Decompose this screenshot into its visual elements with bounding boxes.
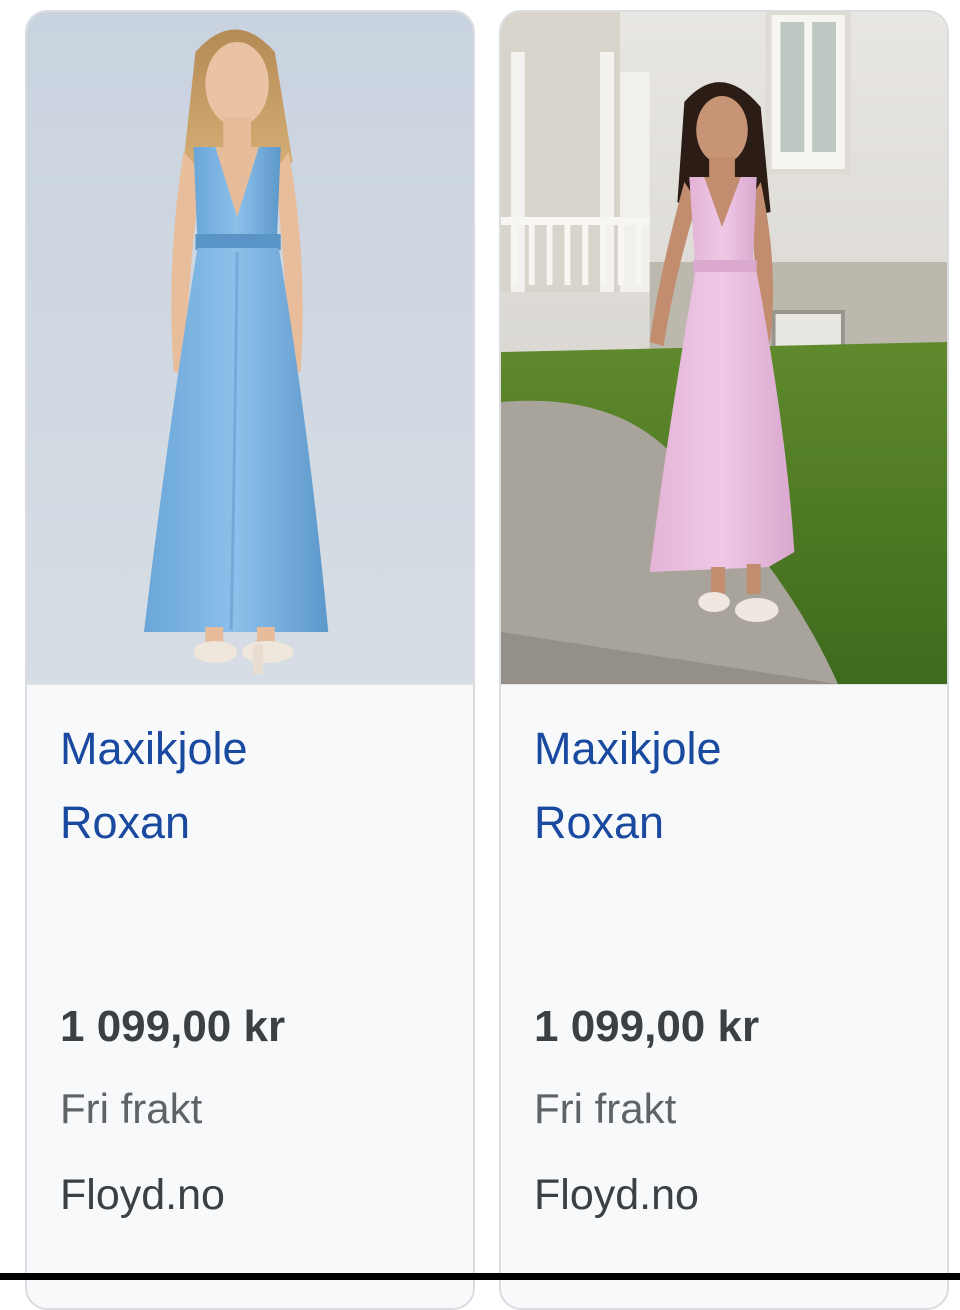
product-card-1[interactable]: Maxikjole Roxan 1 099,00 kr Fri frakt Fl… — [25, 10, 475, 1310]
product-price: 1 099,00 kr — [534, 1002, 760, 1051]
product-title-link[interactable]: Maxikjole Roxan — [60, 712, 440, 860]
product-image[interactable] — [27, 12, 473, 685]
merchant-name: Floyd.no — [534, 1171, 699, 1219]
product-title-line2: Roxan — [60, 797, 191, 848]
product-title-line1: Maxikjole — [534, 723, 722, 774]
product-title-line1: Maxikjole — [60, 723, 248, 774]
screen-bottom-edge — [0, 1273, 960, 1280]
product-image[interactable] — [501, 12, 947, 685]
shipping-info: Fri frakt — [60, 1085, 203, 1132]
product-price: 1 099,00 kr — [60, 1002, 286, 1051]
shipping-info: Fri frakt — [534, 1085, 677, 1132]
blue-dress-photo — [27, 12, 473, 684]
product-title-link[interactable]: Maxikjole Roxan — [534, 712, 914, 860]
product-title-line2: Roxan — [534, 797, 665, 848]
pink-dress-photo — [501, 12, 947, 684]
merchant-name: Floyd.no — [60, 1171, 225, 1219]
product-card-2[interactable]: Maxikjole Roxan 1 099,00 kr Fri frakt Fl… — [499, 10, 949, 1310]
